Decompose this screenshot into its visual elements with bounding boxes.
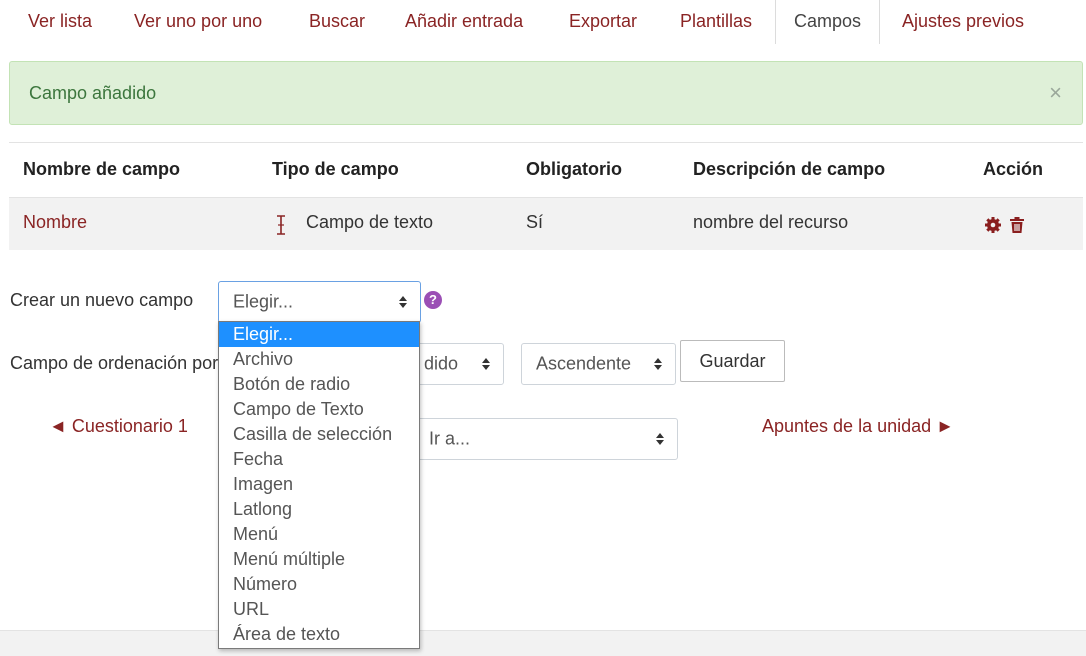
save-button[interactable]: Guardar <box>680 340 785 382</box>
create-field-select[interactable]: Elegir... <box>218 281 421 323</box>
create-field-selected-value: Elegir... <box>233 291 294 312</box>
field-type: Campo de texto <box>306 212 434 232</box>
row-actions <box>984 216 1026 234</box>
option-menu-multiple[interactable]: Menú múltiple <box>219 547 419 572</box>
tab-ver-lista[interactable]: Ver lista <box>28 0 92 44</box>
fields-table: Nombre de campo Tipo de campo Obligatori… <box>9 142 1083 250</box>
gear-icon[interactable] <box>984 216 1002 234</box>
header-field-name: Nombre de campo <box>23 159 181 179</box>
field-description: nombre del recurso <box>693 212 849 232</box>
select-arrows-icon <box>656 433 664 445</box>
option-boton-de-radio[interactable]: Botón de radio <box>219 372 419 397</box>
table-header: Nombre de campo Tipo de campo Obligatori… <box>9 142 1083 198</box>
header-field-type: Tipo de campo <box>272 159 399 179</box>
tab-bar: Ver lista Ver uno por uno Buscar Añadir … <box>0 0 1086 44</box>
create-field-label: Crear un nuevo campo <box>10 290 194 310</box>
field-type-dropdown-list: Elegir... Archivo Botón de radio Campo d… <box>218 321 420 649</box>
tab-buscar[interactable]: Buscar <box>309 0 365 44</box>
help-icon[interactable]: ? <box>424 291 442 309</box>
option-imagen[interactable]: Imagen <box>219 472 419 497</box>
header-description: Descripción de campo <box>693 159 886 179</box>
trash-icon[interactable] <box>1008 216 1026 234</box>
text-cursor-icon <box>277 215 285 235</box>
next-activity-link[interactable]: Apuntes de la unidad ► <box>762 416 954 437</box>
tab-ver-uno-por-uno[interactable]: Ver uno por uno <box>134 0 262 44</box>
option-numero[interactable]: Número <box>219 572 419 597</box>
field-required: Sí <box>526 212 544 232</box>
option-casilla-de-seleccion[interactable]: Casilla de selección <box>219 422 419 447</box>
alert-message: Campo añadido <box>29 83 157 103</box>
footer-bar <box>0 630 1086 656</box>
sort-field-value: dido <box>424 353 459 374</box>
header-action: Acción <box>983 159 1044 179</box>
header-required: Obligatorio <box>526 159 622 179</box>
tab-anadir-entrada[interactable]: Añadir entrada <box>405 0 523 44</box>
option-campo-de-texto[interactable]: Campo de Texto <box>219 397 419 422</box>
tab-campos[interactable]: Campos <box>775 0 881 44</box>
prev-activity-link[interactable]: ◄ Cuestionario 1 <box>49 416 188 437</box>
select-arrows-icon <box>482 358 490 370</box>
option-menu[interactable]: Menú <box>219 522 419 547</box>
option-latlong[interactable]: Latlong <box>219 497 419 522</box>
close-icon[interactable]: × <box>1049 80 1062 106</box>
select-arrows-icon <box>654 358 662 370</box>
success-alert: Campo añadido × <box>9 61 1083 125</box>
select-arrows-icon <box>399 296 407 308</box>
option-fecha[interactable]: Fecha <box>219 447 419 472</box>
tab-ajustes-previos[interactable]: Ajustes previos <box>902 0 1024 44</box>
option-elegir[interactable]: Elegir... <box>219 322 419 347</box>
option-archivo[interactable]: Archivo <box>219 347 419 372</box>
tab-plantillas[interactable]: Plantillas <box>680 0 752 44</box>
field-name-link[interactable]: Nombre <box>23 212 87 233</box>
sort-field-label: Campo de ordenación por <box>10 353 219 373</box>
sort-order-select[interactable]: Ascendente <box>521 343 676 385</box>
jump-to-value: Ir a... <box>429 428 471 449</box>
sort-order-value: Ascendente <box>536 353 632 374</box>
tab-exportar[interactable]: Exportar <box>569 0 637 44</box>
table-row: Nombre Campo de texto Sí nombre del recu… <box>9 198 1083 250</box>
option-area-de-texto[interactable]: Área de texto <box>219 622 419 647</box>
option-url[interactable]: URL <box>219 597 419 622</box>
